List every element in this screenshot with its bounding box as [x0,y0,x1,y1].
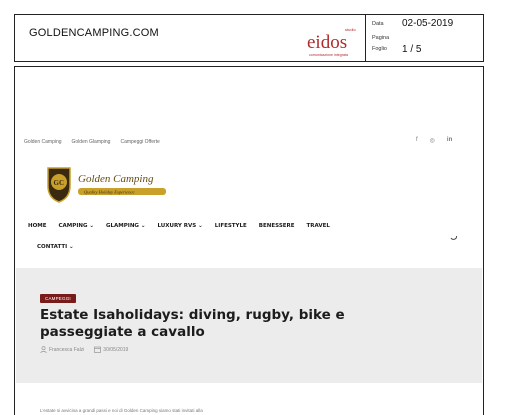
linkedin-icon[interactable]: in [447,137,452,144]
clipping-site-name: GOLDENCAMPING.COM [29,27,159,39]
foglio-label: Foglio [372,46,387,52]
facebook-icon[interactable]: f [416,137,418,144]
brand-tagline: Quality Holiday Experience [84,189,134,194]
clipping-header: GOLDENCAMPING.COM studio eidos comunicaz… [14,14,484,62]
article-title: Estate Isaholidays: diving, rugby, bike … [40,307,345,340]
nav-glamping[interactable]: GLAMPING ⌄ [106,223,145,229]
loading-spinner-icon [450,235,457,240]
top-menu-golden-camping[interactable]: Golden Camping [24,139,62,145]
foglio-value: 1 / 5 [402,44,422,55]
nav-benessere[interactable]: BENESSERE [259,223,295,229]
logo-text: eidos [307,32,347,53]
nav-home[interactable]: HOME [28,223,47,229]
article-excerpt: L'estate si avvicina a grandi passi e no… [40,408,203,413]
nav-camping[interactable]: CAMPING ⌄ [59,223,94,229]
clipping-meta: Data 02-05-2019 Pagina Foglio 1 / 5 [365,14,485,62]
nav-contatti[interactable]: CONTATTI ⌄ [37,244,74,250]
article-date: 30/05/2019 [103,346,129,353]
main-nav: HOME CAMPING ⌄ GLAMPING ⌄ LUXURY RVS ⌄ L… [28,223,468,250]
shield-emblem-icon: GC [47,167,71,203]
data-label: Data [372,21,384,27]
pagina-label: Pagina [372,35,390,41]
eidos-logo: studio eidos comunicazione integrata [307,27,356,57]
top-menu-campeggi-offerte[interactable]: Campeggi Offerte [120,139,159,145]
logo-tagline: comunicazione integrata [309,53,348,57]
emblem-letters: GC [54,179,65,187]
top-menu-golden-glamping[interactable]: Golden Glamping [72,139,111,145]
brand-name: Golden Camping [78,173,154,185]
user-icon [40,346,47,353]
article-byline: Francesca Falzi 30/05/2019 [40,346,128,353]
article-hero: CAMPEGGI Estate Isaholidays: diving, rug… [16,268,482,383]
golden-camping-logo[interactable]: GC Golden Camping Quality Holiday Experi… [44,164,194,204]
category-badge[interactable]: CAMPEGGI [40,294,76,303]
nav-lifestyle[interactable]: LIFESTYLE [215,223,247,229]
data-value: 02-05-2019 [402,18,454,29]
calendar-icon [94,346,102,353]
top-menu: Golden Camping Golden Glamping Campeggi … [24,139,160,145]
social-icons: f ◎ in [416,137,452,144]
nav-luxury-rvs[interactable]: LUXURY RVS ⌄ [157,223,202,229]
instagram-icon[interactable]: ◎ [430,137,435,144]
article-author[interactable]: Francesca Falzi [49,347,84,353]
nav-travel[interactable]: TRAVEL [307,223,330,229]
